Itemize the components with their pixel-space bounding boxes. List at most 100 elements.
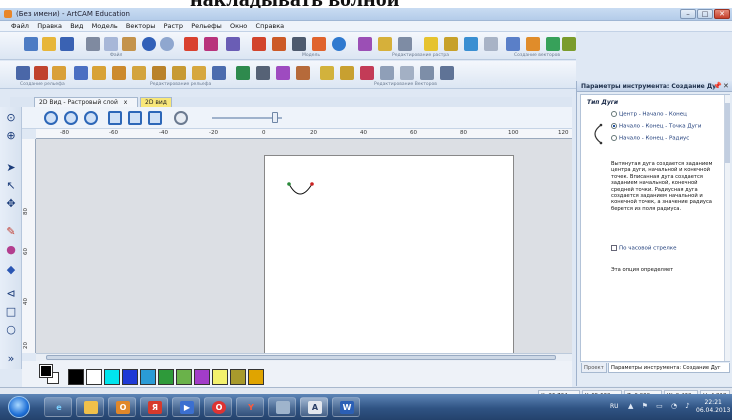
clockwise-checkbox[interactable] <box>611 245 617 251</box>
fit-view-icon[interactable]: ⊕ <box>4 129 18 142</box>
relief-sweep-icon[interactable] <box>92 66 106 80</box>
tray-icons[interactable]: ▲ ⚑ ▭ ◔ ♪ <box>628 402 693 410</box>
zoom-box-icon[interactable] <box>128 111 142 125</box>
relief-edit-icon-4[interactable] <box>296 66 310 80</box>
taskbar-outlook[interactable]: O <box>108 397 136 417</box>
cut-icon[interactable] <box>86 37 100 51</box>
expand-chevron-icon[interactable]: » <box>4 352 18 365</box>
model-globe-icon[interactable] <box>332 37 346 51</box>
zoom-all-icon[interactable] <box>108 111 122 125</box>
relief-spin-icon[interactable] <box>112 66 126 80</box>
menu-vectors[interactable]: Векторы <box>123 21 158 32</box>
tab-2d-view[interactable]: 2D вид <box>140 97 172 107</box>
radio-selected-icon[interactable] <box>611 123 617 129</box>
vector-edit-icon-1[interactable] <box>320 66 334 80</box>
color-swatch-sky-blue[interactable] <box>140 369 156 385</box>
new-file-icon[interactable] <box>24 37 38 51</box>
model-color-icon[interactable] <box>204 37 218 51</box>
relief-import-icon[interactable] <box>16 66 30 80</box>
raster-erase-icon[interactable] <box>398 37 412 51</box>
language-indicator[interactable]: RU <box>610 403 619 410</box>
clockwise-checkbox-row[interactable]: По часовой стрелке <box>611 245 677 252</box>
zoom-slider-handle[interactable] <box>272 112 278 123</box>
taskbar-artcam[interactable]: A <box>300 397 328 417</box>
color-swatch-cyan[interactable] <box>104 369 120 385</box>
relief-extrude-icon[interactable] <box>52 66 66 80</box>
relief-edit-icon-1[interactable] <box>236 66 250 80</box>
fg-bg-color-selector[interactable] <box>39 364 60 385</box>
vector-select-icon[interactable]: ⊲ <box>4 287 18 300</box>
vector-extra-icon[interactable] <box>562 37 576 51</box>
view-settings-icon[interactable] <box>174 111 188 125</box>
color-swatch-purple[interactable] <box>194 369 210 385</box>
taskbar-ie[interactable]: e <box>44 397 72 417</box>
relief-layer-icon[interactable] <box>172 66 186 80</box>
open-file-icon[interactable] <box>42 37 56 51</box>
color-swatch-olive[interactable] <box>230 369 246 385</box>
foreground-color-swatch[interactable] <box>39 364 53 378</box>
relief-smooth-icon[interactable] <box>152 66 166 80</box>
vector-edit-icon-7[interactable] <box>440 66 454 80</box>
color-swatch-white[interactable] <box>86 369 102 385</box>
arc-start-point[interactable] <box>287 182 291 186</box>
pin-icon[interactable]: 📌 <box>713 82 722 90</box>
arc-end-point[interactable] <box>310 182 314 186</box>
color-pick-icon[interactable]: ◆ <box>4 263 18 276</box>
fill-icon[interactable]: ● <box>4 243 18 256</box>
drawing-canvas[interactable] <box>36 139 572 353</box>
horizontal-scrollbar[interactable] <box>36 353 572 361</box>
color-swatch-yellow[interactable] <box>212 369 228 385</box>
taskbar-yandex[interactable]: Я <box>140 397 168 417</box>
color-swatch-light-green[interactable] <box>176 369 192 385</box>
tab-2d-raster-layer[interactable]: 2D Вид - Растровый слой x <box>34 97 138 107</box>
panel-scrollbar[interactable] <box>724 95 730 361</box>
taskbar-media[interactable]: ▶ <box>172 397 200 417</box>
menu-view[interactable]: Вид <box>67 21 86 32</box>
clock[interactable]: 22:21 06.04.2013 <box>696 399 730 415</box>
vector-edit-icon-5[interactable] <box>400 66 414 80</box>
taskbar-yandex-browser[interactable]: Y <box>236 397 264 417</box>
copy-icon[interactable] <box>104 37 118 51</box>
panel-scroll-thumb[interactable] <box>725 103 730 163</box>
color-swatch-green[interactable] <box>158 369 174 385</box>
vector-edit-icon-3[interactable] <box>360 66 374 80</box>
transform-icon[interactable]: ✥ <box>4 197 18 210</box>
node-edit-icon[interactable]: ↖ <box>4 179 18 192</box>
relief-shape-icon[interactable] <box>34 66 48 80</box>
model-relief-icon-3[interactable] <box>292 37 306 51</box>
undo-icon[interactable] <box>142 37 156 51</box>
vector-node-icon[interactable] <box>444 37 458 51</box>
color-swatch-black[interactable] <box>68 369 84 385</box>
relief-turn-icon[interactable] <box>132 66 146 80</box>
circle-icon[interactable]: ○ <box>4 323 18 336</box>
radio-start-end-radius[interactable]: Начало - Конец - Радиус <box>611 135 689 142</box>
zoom-in-icon[interactable] <box>44 111 58 125</box>
vector-transform-icon[interactable] <box>506 37 520 51</box>
relief-edit-icon-3[interactable] <box>276 66 290 80</box>
relief-diamond-icon[interactable] <box>74 66 88 80</box>
save-file-icon[interactable] <box>60 37 74 51</box>
maximize-button[interactable]: □ <box>697 9 713 19</box>
model-relief-icon-4[interactable] <box>312 37 326 51</box>
raster-fill-icon[interactable] <box>358 37 372 51</box>
relief-edit-icon-2[interactable] <box>256 66 270 80</box>
taskbar-opera[interactable]: O <box>204 397 232 417</box>
taskbar-explorer[interactable] <box>76 397 104 417</box>
vector-offset-icon[interactable] <box>484 37 498 51</box>
vector-grid-icon[interactable] <box>546 37 560 51</box>
menu-edit[interactable]: Правка <box>34 21 65 32</box>
menu-model[interactable]: Модель <box>89 21 121 32</box>
relief-settings-icon[interactable] <box>212 66 226 80</box>
menu-help[interactable]: Справка <box>253 21 288 32</box>
radio-icon[interactable] <box>611 135 617 141</box>
radio-center-start-end[interactable]: Центр - Начало - Конец <box>611 111 687 118</box>
menu-reliefs[interactable]: Рельефы <box>188 21 225 32</box>
menu-window[interactable]: Окно <box>227 21 250 32</box>
tab-project[interactable]: Проект <box>581 363 607 373</box>
zoom-selection-icon[interactable] <box>148 111 162 125</box>
model-relief-icon-1[interactable] <box>252 37 266 51</box>
page-area[interactable] <box>264 155 514 353</box>
tab-tool-parameters[interactable]: Параметры инструмента: Создание Дуг <box>608 363 730 373</box>
menu-raster[interactable]: Растр <box>161 21 186 32</box>
model-relief-icon-2[interactable] <box>272 37 286 51</box>
